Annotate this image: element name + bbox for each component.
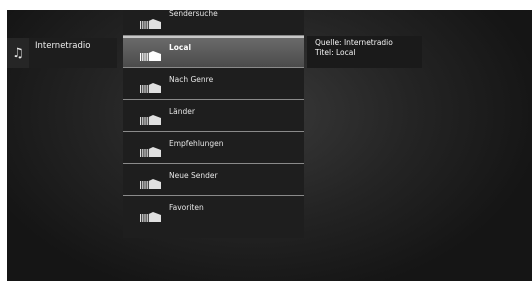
menu-item-favoriten[interactable]: Favoriten [123, 196, 304, 228]
radio-signal-icon [140, 115, 161, 125]
radio-signal-icon [140, 212, 161, 222]
menu-item-neue-sender[interactable]: Neue Sender [123, 164, 304, 196]
menu-item-label: Neue Sender [169, 171, 218, 180]
radio-signal-icon [140, 51, 161, 61]
radio-signal-icon [140, 19, 161, 29]
menu-item-laender[interactable]: Länder [123, 100, 304, 132]
menu-item-local[interactable]: Local [123, 36, 304, 68]
music-note-icon: ♫ [7, 38, 29, 68]
menu-item-label: Empfehlungen [169, 139, 224, 148]
menu-item-label: Favoriten [169, 203, 204, 212]
info-source-line: Quelle: Internetradio [315, 38, 393, 47]
info-panel: Quelle: Internetradio Titel: Local [307, 36, 422, 68]
source-label: Internetradio [29, 38, 117, 68]
menu-item-label: Nach Genre [169, 75, 214, 84]
menu-item-sendersuche[interactable]: Sendersuche [123, 10, 304, 36]
station-menu: Sendersuche Local Nach Genre Länder Empf… [123, 10, 304, 238]
source-tab[interactable]: ♫ Internetradio [7, 38, 117, 68]
radio-signal-icon [140, 179, 161, 189]
info-title-line: Titel: Local [315, 48, 356, 57]
menu-item-label: Sendersuche [169, 10, 218, 18]
menu-item-label: Länder [169, 107, 195, 116]
tv-screen: ♫ Internetradio Sendersuche Local Nach G… [7, 10, 532, 281]
radio-signal-icon [140, 83, 161, 93]
menu-item-nach-genre[interactable]: Nach Genre [123, 68, 304, 100]
menu-item-empfehlungen[interactable]: Empfehlungen [123, 132, 304, 164]
radio-signal-icon [140, 147, 161, 157]
menu-item-label: Local [169, 43, 192, 52]
